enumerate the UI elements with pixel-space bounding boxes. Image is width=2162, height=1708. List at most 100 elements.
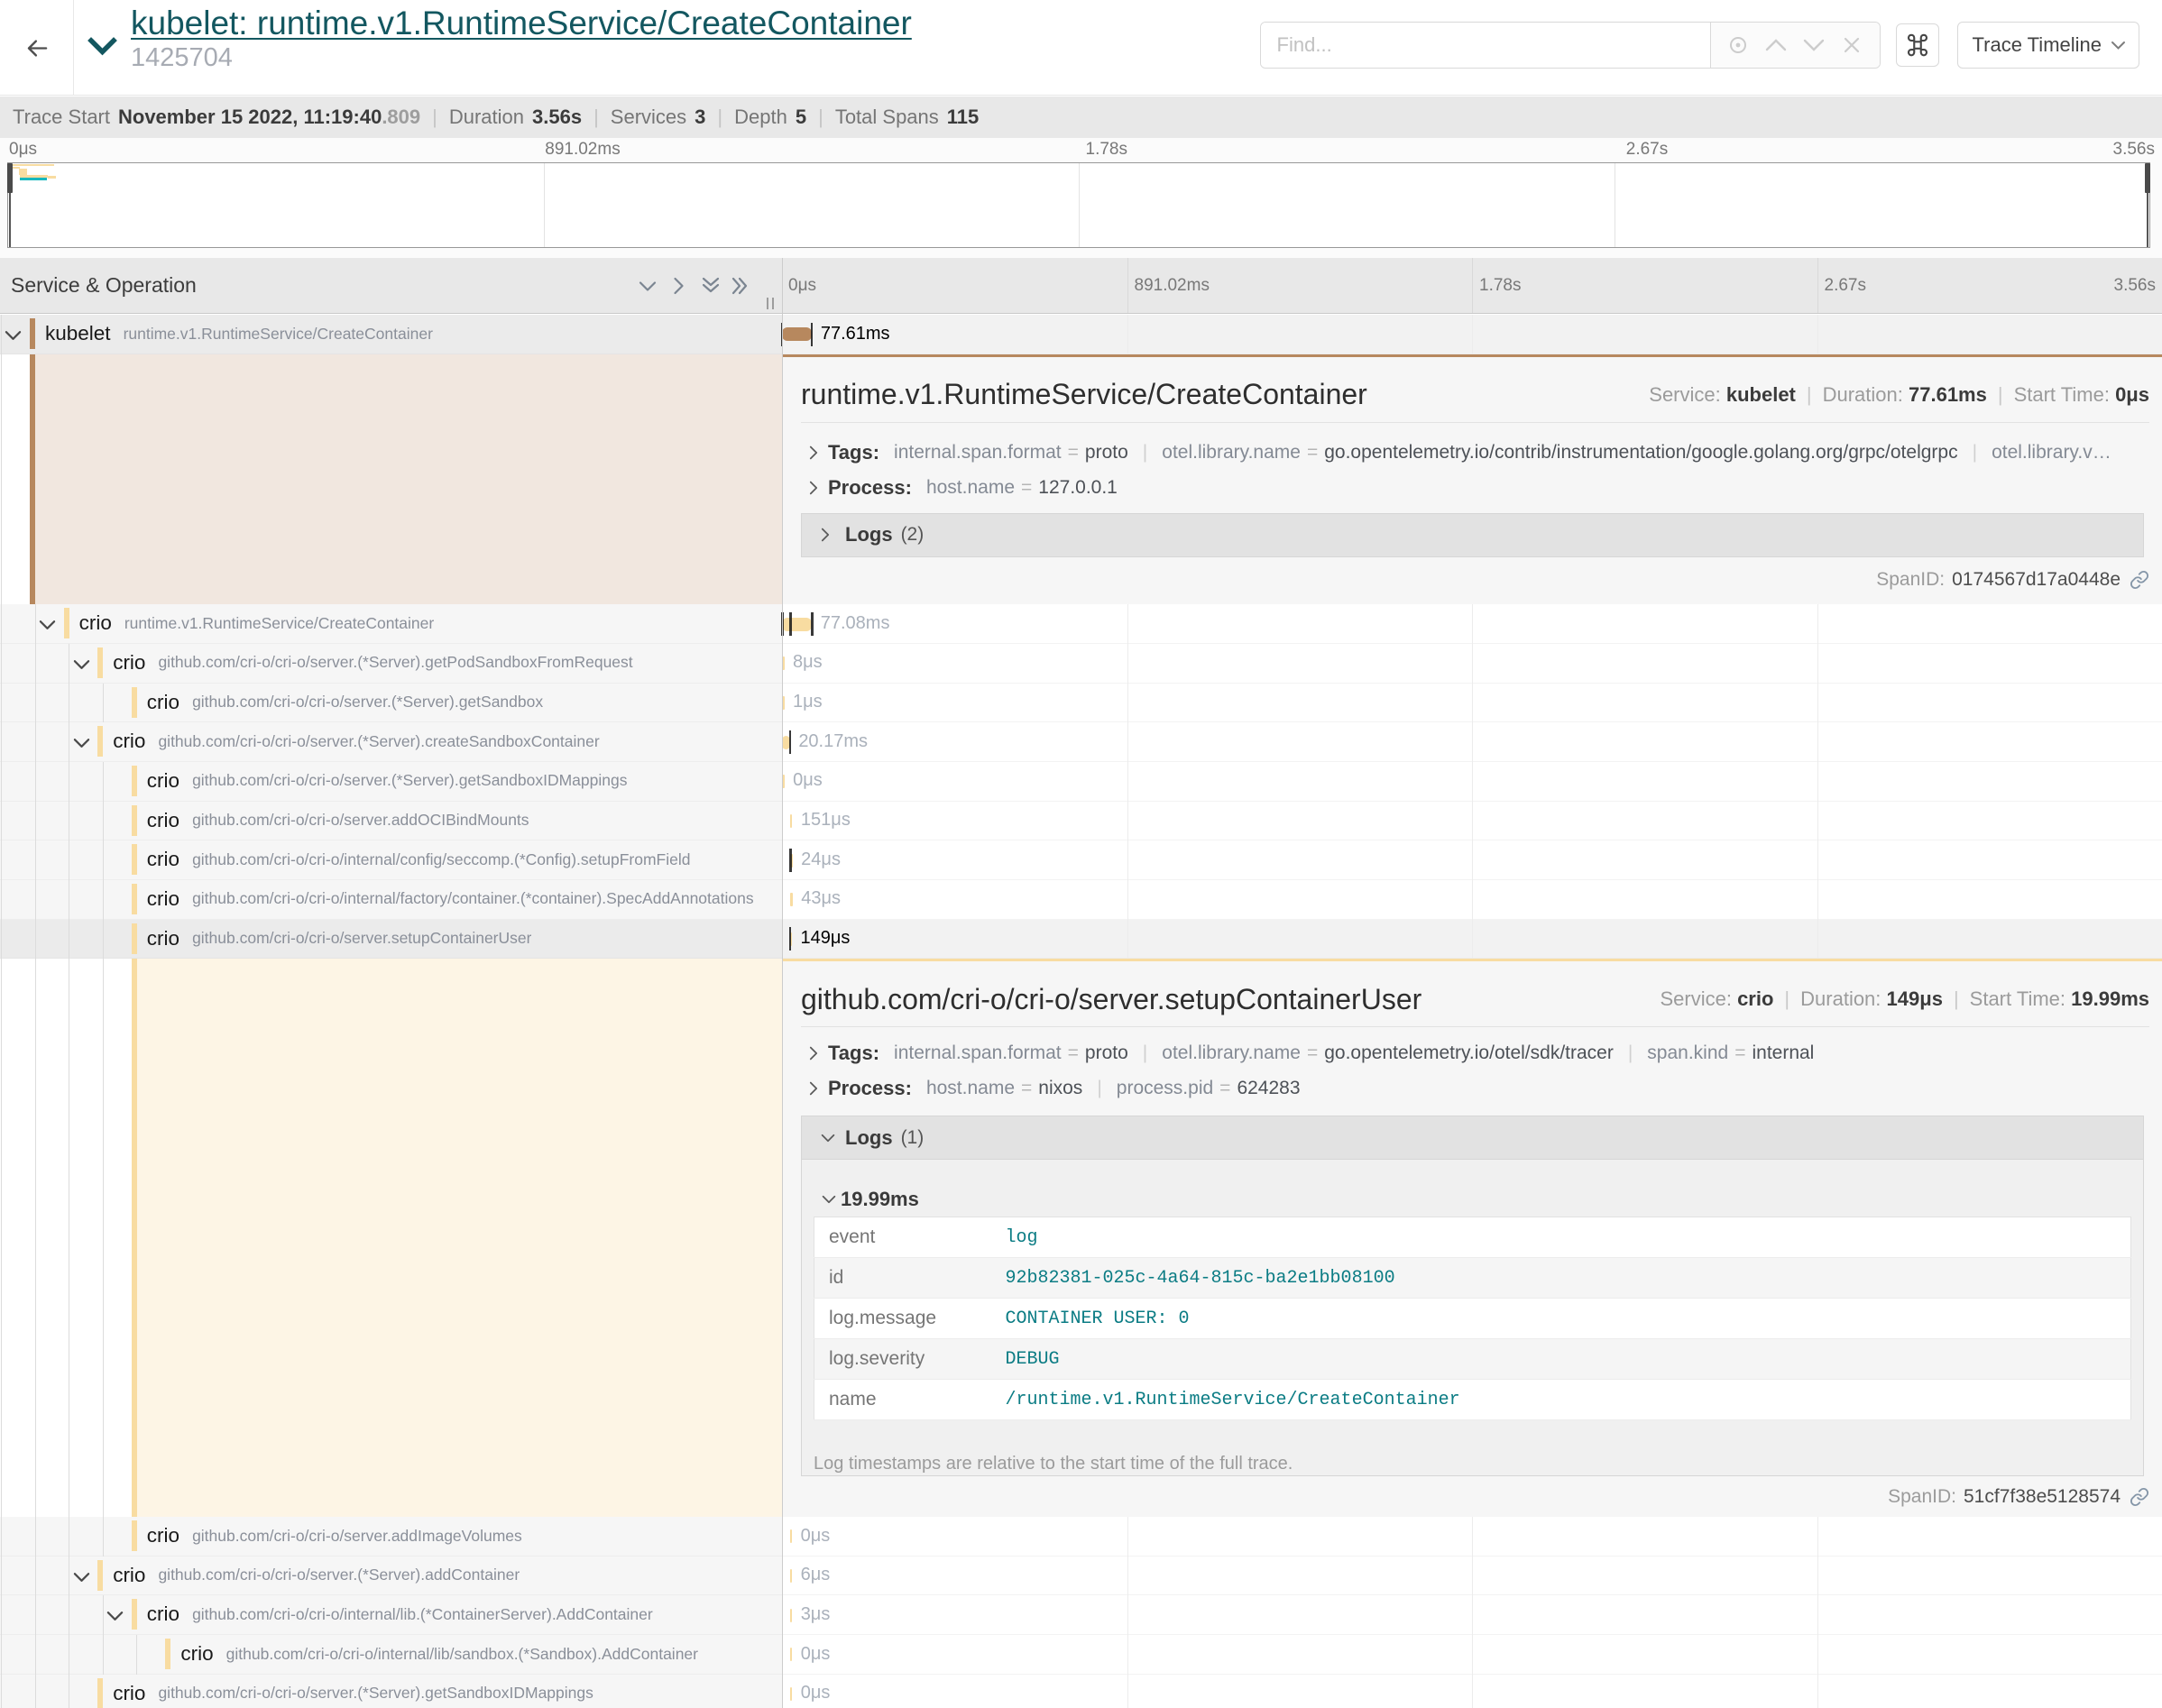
service-name: crio: [113, 1682, 145, 1705]
collapse-all-button[interactable]: [697, 273, 724, 298]
span-log-marker[interactable]: [789, 612, 792, 636]
span-log-marker[interactable]: [789, 927, 792, 950]
span-row[interactable]: criogithub.com/cri-o/cri-o/internal/lib/…: [0, 1635, 2162, 1675]
tag-key: host.name: [926, 477, 1015, 498]
match-scope-button[interactable]: [1723, 30, 1753, 60]
span-name-wrapper[interactable]: criogithub.com/cri-o/cri-o/internal/lib/…: [180, 1635, 698, 1673]
back-button[interactable]: [0, 0, 74, 96]
tag-key: otel.library.name: [1162, 442, 1301, 463]
span-row[interactable]: criogithub.com/cri-o/cri-o/server.addIma…: [0, 1517, 2162, 1556]
span-name-wrapper[interactable]: criogithub.com/cri-o/cri-o/server.(*Serv…: [147, 762, 628, 800]
find-input[interactable]: [1261, 23, 1710, 68]
minimap-tick-labels: 0μs891.02ms1.78s2.67s3.56s: [0, 140, 2162, 162]
minimap-scrubber-grip[interactable]: [7, 163, 13, 193]
span-duration-bar[interactable]: [790, 1648, 792, 1661]
span-log-marker[interactable]: [811, 612, 814, 636]
chevron-down-icon: [73, 1572, 90, 1583]
span-name-wrapper[interactable]: criogithub.com/cri-o/cri-o/server.setupC…: [147, 920, 532, 958]
span-collapse-chevron[interactable]: [73, 737, 90, 748]
logs-accordion-header[interactable]: Logs(2): [801, 513, 2144, 557]
span-log-marker[interactable]: [789, 849, 792, 872]
span-row[interactable]: criogithub.com/cri-o/cri-o/server.(*Serv…: [0, 644, 2162, 684]
minimap-tick-label: 2.67s: [1626, 140, 1668, 160]
column-resizer-grip[interactable]: [763, 298, 774, 309]
indent-guide: [1, 1595, 2, 1635]
tags-accordion-header[interactable]: Tags:internal.span.format=proto|otel.lib…: [801, 1037, 2149, 1070]
summary-item-value-fraction: .809: [382, 106, 420, 129]
summary-item-label: Total Spans: [835, 106, 939, 129]
span-name-wrapper[interactable]: kubeletruntime.v1.RuntimeService/CreateC…: [45, 315, 433, 353]
minimap-canvas[interactable]: [7, 162, 2150, 248]
detail-left-tint[interactable]: [35, 354, 782, 605]
span-row[interactable]: crioruntime.v1.RuntimeService/CreateCont…: [0, 604, 2162, 644]
span-name-wrapper[interactable]: criogithub.com/cri-o/cri-o/server.addOCI…: [147, 802, 529, 840]
span-row[interactable]: criogithub.com/cri-o/cri-o/server.(*Serv…: [0, 1675, 2162, 1708]
column-divider[interactable]: [782, 258, 783, 1708]
log-field-value: CONTAINER USER: 0: [991, 1299, 2131, 1339]
view-type-dropdown[interactable]: Trace Timeline: [1957, 22, 2139, 69]
minimap-scrubber-right[interactable]: [2147, 163, 2148, 247]
span-duration-bar[interactable]: [790, 1569, 792, 1583]
timeline-gridline: [1127, 920, 1128, 960]
keyboard-shortcuts-button[interactable]: [1896, 23, 1939, 67]
span-name-wrapper[interactable]: criogithub.com/cri-o/cri-o/server.addIma…: [147, 1517, 522, 1555]
process-accordion-header[interactable]: Process:host.name=127.0.0.1: [801, 472, 2149, 504]
trace-header-collapse-toggle[interactable]: [86, 34, 118, 60]
indent-guide: [35, 1595, 36, 1635]
span-name-wrapper[interactable]: criogithub.com/cri-o/cri-o/internal/lib.…: [147, 1595, 653, 1633]
find-prev-button[interactable]: [1761, 30, 1791, 60]
span-name-wrapper[interactable]: crioruntime.v1.RuntimeService/CreateCont…: [79, 604, 435, 642]
span-name-wrapper[interactable]: criogithub.com/cri-o/cri-o/server.(*Serv…: [113, 1556, 520, 1594]
span-row[interactable]: kubeletruntime.v1.RuntimeService/CreateC…: [0, 315, 2162, 354]
span-row[interactable]: criogithub.com/cri-o/cri-o/server.(*Serv…: [0, 762, 2162, 802]
deep-link-button[interactable]: [2130, 570, 2149, 590]
expand-all-button[interactable]: [727, 273, 754, 298]
span-name-wrapper[interactable]: criogithub.com/cri-o/cri-o/internal/conf…: [147, 840, 691, 878]
span-row[interactable]: criogithub.com/cri-o/cri-o/internal/conf…: [0, 840, 2162, 880]
span-name-wrapper[interactable]: criogithub.com/cri-o/cri-o/server.(*Serv…: [113, 644, 632, 682]
span-duration-bar[interactable]: [790, 1529, 792, 1543]
span-name-wrapper[interactable]: criogithub.com/cri-o/cri-o/internal/fact…: [147, 880, 754, 918]
service-name: crio: [147, 1602, 179, 1626]
span-row[interactable]: criogithub.com/cri-o/cri-o/internal/fact…: [0, 880, 2162, 920]
span-collapse-chevron[interactable]: [106, 1610, 124, 1621]
span-duration-bar[interactable]: [790, 1609, 792, 1622]
minimap-scrubber-grip[interactable]: [2145, 163, 2150, 193]
logs-accordion-header[interactable]: Logs(1): [801, 1116, 2144, 1160]
detail-meta: Service: kubelet|Duration: 77.61ms|Start…: [1649, 383, 2149, 407]
span-row[interactable]: criogithub.com/cri-o/cri-o/server.(*Serv…: [0, 722, 2162, 762]
span-duration-bar[interactable]: [790, 893, 792, 906]
span-collapse-chevron[interactable]: [73, 658, 90, 669]
timeline-gridline: [1817, 1595, 1818, 1635]
process-accordion-header[interactable]: Process:host.name=nixos|process.pid=6242…: [801, 1072, 2149, 1105]
span-collapse-chevron[interactable]: [39, 619, 56, 629]
span-row[interactable]: criogithub.com/cri-o/cri-o/server.setupC…: [0, 920, 2162, 960]
minimap-scrubber-left[interactable]: [9, 163, 11, 247]
span-collapse-chevron[interactable]: [5, 329, 22, 340]
collapse-one-button[interactable]: [634, 273, 661, 298]
span-row[interactable]: criogithub.com/cri-o/cri-o/internal/lib.…: [0, 1595, 2162, 1635]
span-log-marker[interactable]: [789, 730, 792, 754]
find-next-button[interactable]: [1799, 30, 1829, 60]
detail-left-tint[interactable]: [137, 959, 782, 1517]
span-name-wrapper[interactable]: criogithub.com/cri-o/cri-o/server.(*Serv…: [113, 1675, 593, 1708]
span-row[interactable]: criogithub.com/cri-o/cri-o/server.addOCI…: [0, 802, 2162, 841]
span-duration-bar[interactable]: [782, 327, 812, 341]
span-log-marker[interactable]: [811, 323, 814, 346]
span-collapse-chevron[interactable]: [73, 1571, 90, 1582]
timeline-gridline: [1472, 880, 1473, 920]
span-name-wrapper[interactable]: criogithub.com/cri-o/cri-o/server.(*Serv…: [147, 684, 543, 721]
meta-label: Start Time:: [1970, 987, 2071, 1010]
deep-link-button[interactable]: [2130, 1487, 2149, 1507]
span-row[interactable]: criogithub.com/cri-o/cri-o/server.(*Serv…: [0, 1556, 2162, 1596]
indent-guide: [35, 802, 36, 841]
span-duration-bar[interactable]: [782, 618, 812, 631]
log-entry-header[interactable]: 19.99ms: [814, 1187, 2131, 1212]
tags-accordion-header[interactable]: Tags:internal.span.format=proto|otel.lib…: [801, 436, 2149, 469]
trace-title-link[interactable]: kubelet: runtime.v1.RuntimeService/Creat…: [131, 5, 912, 42]
span-row[interactable]: criogithub.com/cri-o/cri-o/server.(*Serv…: [0, 684, 2162, 723]
expand-one-button[interactable]: [665, 273, 692, 298]
span-name-wrapper[interactable]: criogithub.com/cri-o/cri-o/server.(*Serv…: [113, 722, 600, 760]
find-clear-button[interactable]: [1836, 30, 1867, 60]
span-duration-bar[interactable]: [790, 1687, 792, 1701]
